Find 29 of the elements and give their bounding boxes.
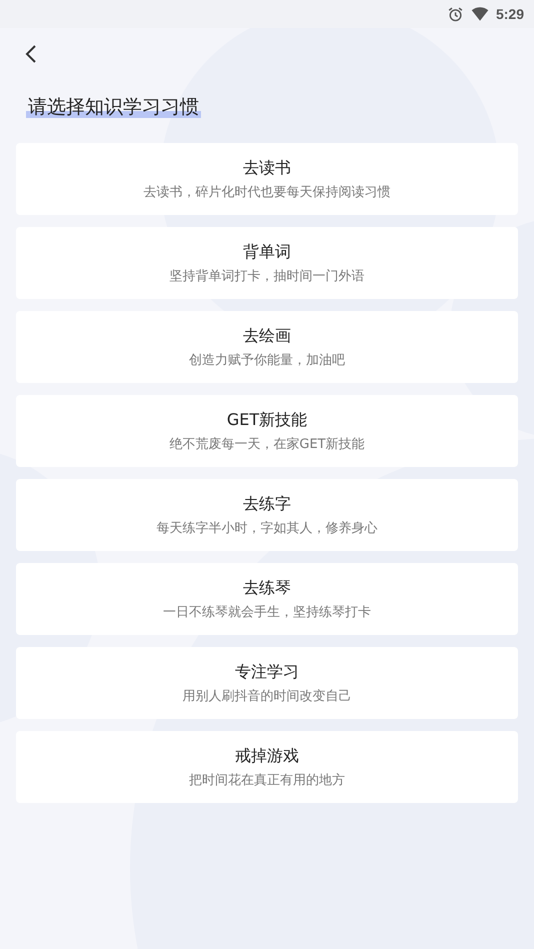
wifi-icon	[470, 5, 490, 23]
habit-title: 背单词	[243, 242, 291, 262]
habit-description: 绝不荒废每一天，在家GET新技能	[169, 436, 365, 452]
alarm-icon	[446, 6, 464, 22]
habit-card[interactable]: 背单词 坚持背单词打卡，抽时间一门外语	[16, 227, 518, 299]
back-icon[interactable]	[25, 44, 37, 64]
habit-card[interactable]: 去练琴 一日不练琴就会手生，坚持练琴打卡	[16, 563, 518, 635]
habit-description: 用别人刷抖音的时间改变自己	[182, 688, 352, 704]
habit-description: 一日不练琴就会手生，坚持练琴打卡	[163, 604, 371, 620]
habit-card[interactable]: 去读书 去读书，碎片化时代也要每天保持阅读习惯	[16, 143, 518, 215]
habit-card[interactable]: 去绘画 创造力赋予你能量，加油吧	[16, 311, 518, 383]
habit-card[interactable]: GET新技能 绝不荒废每一天，在家GET新技能	[16, 395, 518, 467]
page-title: 请选择知识学习习惯	[26, 96, 201, 118]
habit-card[interactable]: 戒掉游戏 把时间花在真正有用的地方	[16, 731, 518, 803]
status-time: 5:29	[496, 6, 524, 22]
habit-card[interactable]: 专注学习 用别人刷抖音的时间改变自己	[16, 647, 518, 719]
habit-title: GET新技能	[226, 410, 308, 430]
habit-card[interactable]: 去练字 每天练字半小时，字如其人，修养身心	[16, 479, 518, 551]
habit-title: 专注学习	[235, 662, 299, 682]
habit-title: 戒掉游戏	[235, 746, 299, 766]
habit-title: 去绘画	[243, 326, 291, 346]
habit-title: 去练琴	[243, 578, 291, 598]
habit-description: 去读书，碎片化时代也要每天保持阅读习惯	[144, 184, 390, 200]
habit-description: 每天练字半小时，字如其人，修养身心	[156, 520, 378, 536]
habit-title: 去练字	[243, 494, 291, 514]
habit-description: 创造力赋予你能量，加油吧	[189, 352, 345, 368]
habit-description: 把时间花在真正有用的地方	[189, 772, 345, 788]
habit-description: 坚持背单词打卡，抽时间一门外语	[170, 268, 364, 284]
habit-title: 去读书	[243, 158, 291, 178]
